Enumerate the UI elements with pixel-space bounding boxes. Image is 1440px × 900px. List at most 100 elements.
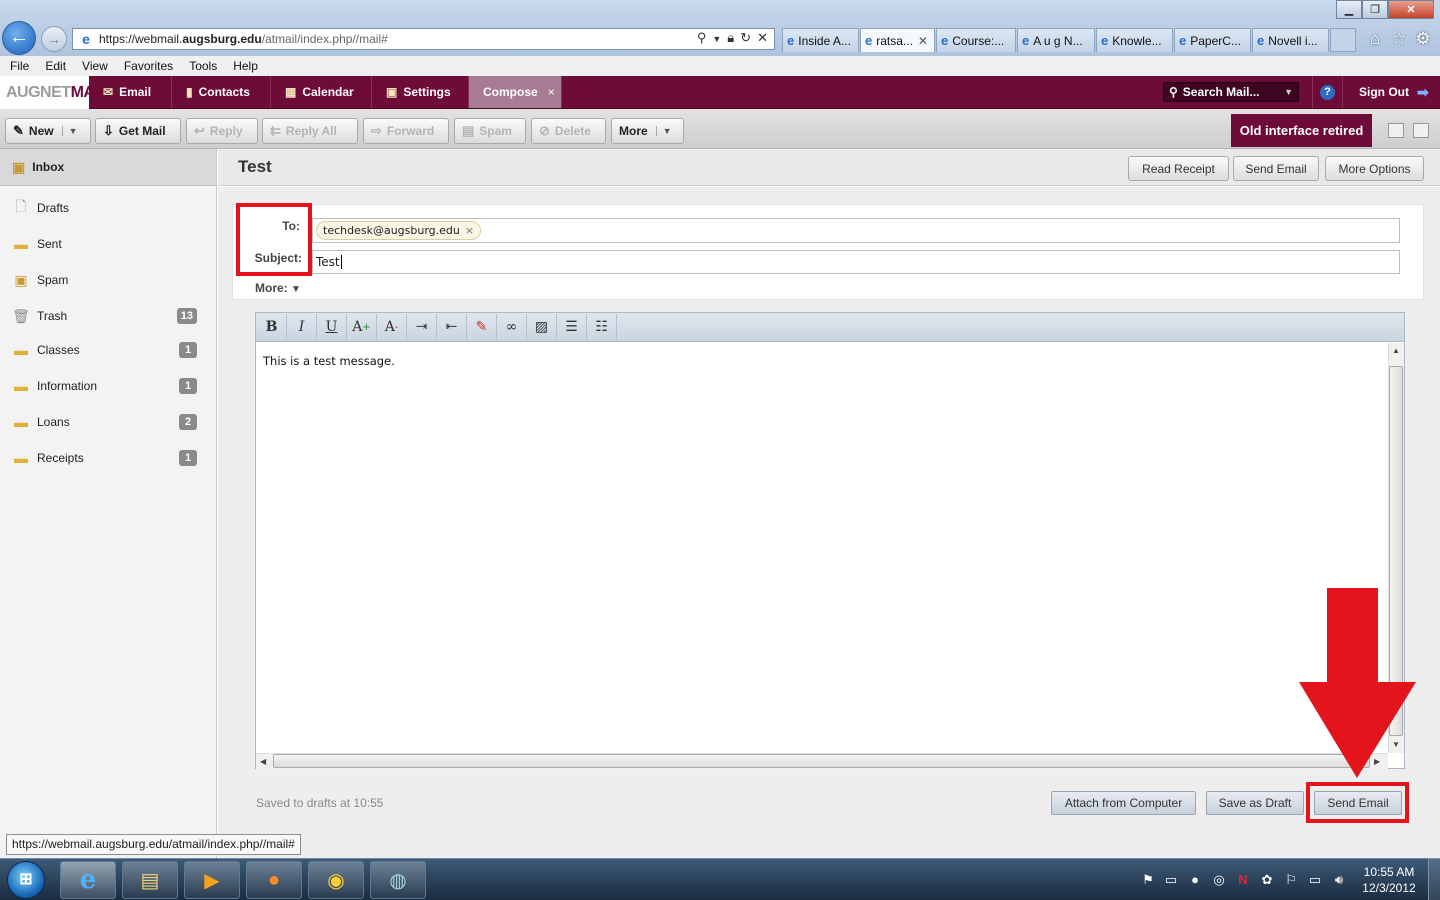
- font-size-increase-icon[interactable]: A +: [347, 314, 377, 340]
- send-email-header-button[interactable]: Send Email: [1233, 156, 1319, 181]
- scroll-left-arrow-icon[interactable]: ◀: [260, 757, 266, 766]
- sign-out-button[interactable]: Sign Out ➡: [1345, 76, 1439, 108]
- browser-tab[interactable]: e Novell i...: [1252, 28, 1329, 52]
- new-button[interactable]: ✎ New ▼: [5, 118, 91, 144]
- lock-icon[interactable]: 🔒︎: [727, 30, 734, 48]
- sidebar-item-sent[interactable]: ▬ Sent: [0, 229, 216, 259]
- reply-all-button[interactable]: ⇇ Reply All: [262, 118, 358, 144]
- text-color-icon[interactable]: ✎: [467, 314, 497, 340]
- tray-globe-icon[interactable]: ◎: [1211, 872, 1227, 888]
- forward-button[interactable]: ⇨ Forward: [363, 118, 449, 144]
- favorites-star-icon[interactable]: ☆: [1389, 28, 1409, 50]
- message-body-editor[interactable]: [255, 342, 1405, 769]
- subject-field[interactable]: Test: [312, 250, 1400, 274]
- address-bar[interactable]: e https://webmail.augsburg.edu/atmail/in…: [72, 28, 775, 50]
- tray-volume-icon[interactable]: 🔊︎: [1331, 872, 1347, 888]
- taskbar-clock[interactable]: 10:55 AM 12/3/2012: [1356, 864, 1422, 896]
- menu-file[interactable]: File: [0, 59, 37, 73]
- new-tab-button[interactable]: [1330, 28, 1356, 52]
- delete-button[interactable]: ⊘ Delete: [531, 118, 606, 144]
- font-size-decrease-icon[interactable]: A-: [377, 314, 407, 340]
- browser-tab[interactable]: eA u g N...: [1017, 28, 1095, 52]
- browser-tab[interactable]: e Knowle...: [1096, 28, 1173, 52]
- insert-image-icon[interactable]: ▨: [527, 314, 557, 340]
- more-button[interactable]: More ▼: [611, 118, 684, 144]
- sidebar-item-trash[interactable]: 🗑︎ Trash 13: [0, 301, 216, 331]
- forward-button[interactable]: →: [41, 26, 67, 52]
- taskbar-internet-explorer[interactable]: e: [60, 861, 116, 899]
- menu-view[interactable]: View: [74, 59, 116, 73]
- close-compose-icon[interactable]: ×: [548, 85, 555, 99]
- sidebar-item-drafts[interactable]: 🗋︎ Drafts: [0, 193, 216, 223]
- home-icon[interactable]: ⌂: [1365, 28, 1385, 50]
- recipient-chip[interactable]: techdesk@augsburg.edu ×: [316, 221, 482, 240]
- taskbar-chat-app[interactable]: ◉: [308, 861, 364, 899]
- refresh-icon[interactable]: ↻: [740, 30, 751, 48]
- minimize-window-button[interactable]: ▁: [1336, 0, 1362, 19]
- menu-help[interactable]: Help: [225, 59, 266, 73]
- browser-tab-active[interactable]: e ratsa... ✕: [860, 28, 935, 52]
- chevron-down-icon[interactable]: ▼: [655, 126, 672, 136]
- chevron-down-icon[interactable]: ▼: [1284, 87, 1293, 97]
- menu-favorites[interactable]: Favorites: [116, 59, 181, 73]
- browser-tab[interactable]: e Inside A...: [782, 28, 859, 52]
- help-button[interactable]: ?: [1312, 76, 1343, 108]
- more-options-button[interactable]: More Options: [1325, 156, 1424, 181]
- indent-icon[interactable]: ⇥: [407, 314, 437, 340]
- menu-tools[interactable]: Tools: [181, 59, 225, 73]
- restore-window-button[interactable]: ❐: [1362, 0, 1388, 19]
- single-pane-layout-icon[interactable]: [1388, 123, 1404, 138]
- nav-tab-compose[interactable]: Compose ×: [469, 76, 562, 108]
- tray-network-icon[interactable]: ▭: [1163, 872, 1179, 888]
- sidebar-item-inbox[interactable]: ▣ Inbox: [0, 149, 216, 186]
- nav-tab-calendar[interactable]: ▦ Calendar: [271, 76, 372, 108]
- taskbar-app[interactable]: ◍: [370, 861, 426, 899]
- stop-icon[interactable]: ✕: [757, 30, 768, 48]
- tray-app-icon[interactable]: ✿: [1259, 872, 1275, 888]
- more-fields-toggle[interactable]: More: ▼: [255, 281, 301, 295]
- taskbar-media-player[interactable]: ▶: [184, 861, 240, 899]
- nav-tab-settings[interactable]: ▣ Settings: [372, 76, 469, 108]
- scroll-up-arrow-icon[interactable]: ▲: [1392, 346, 1400, 355]
- horizontal-scroll-thumb[interactable]: [273, 754, 1370, 768]
- sidebar-item-information[interactable]: ▬ Information 1: [0, 371, 216, 401]
- link-icon[interactable]: ∞: [497, 314, 527, 340]
- italic-icon[interactable]: I: [287, 314, 317, 340]
- reply-button[interactable]: ↩ Reply: [186, 118, 258, 144]
- read-receipt-button[interactable]: Read Receipt: [1128, 156, 1229, 181]
- get-mail-button[interactable]: ⇩ Get Mail: [95, 118, 181, 144]
- split-pane-layout-icon[interactable]: [1413, 123, 1429, 138]
- tray-display-icon[interactable]: ▭: [1307, 872, 1323, 888]
- sidebar-item-receipts[interactable]: ▬ Receipts 1: [0, 443, 216, 473]
- sidebar-item-spam[interactable]: ▣ Spam: [0, 265, 216, 295]
- tools-gear-icon[interactable]: ⚙: [1413, 28, 1433, 50]
- save-as-draft-button[interactable]: Save as Draft: [1206, 791, 1304, 815]
- dropdown-icon[interactable]: ▼: [712, 30, 721, 48]
- remove-recipient-icon[interactable]: ×: [465, 224, 474, 237]
- menu-edit[interactable]: Edit: [37, 59, 74, 73]
- underline-icon[interactable]: U: [317, 314, 347, 340]
- back-button[interactable]: ←: [2, 21, 36, 55]
- outdent-icon[interactable]: ⇤: [437, 314, 467, 340]
- nav-tab-email[interactable]: ✉ Email: [89, 76, 172, 108]
- spam-button[interactable]: ▤ Spam: [454, 118, 526, 144]
- to-field[interactable]: techdesk@augsburg.edu ×: [312, 218, 1400, 243]
- tray-security-icon[interactable]: ⚐: [1283, 872, 1299, 888]
- tray-status-icon[interactable]: ●: [1187, 872, 1203, 888]
- address-url[interactable]: https://webmail.augsburg.edu/atmail/inde…: [99, 32, 697, 46]
- search-mail-field[interactable]: ⚲ Search Mail... ▼: [1163, 82, 1299, 102]
- numbered-list-icon[interactable]: ☷: [587, 314, 617, 340]
- bullet-list-icon[interactable]: ☰: [557, 314, 587, 340]
- taskbar-firefox[interactable]: ●: [246, 861, 302, 899]
- close-window-button[interactable]: ✕: [1388, 0, 1434, 19]
- browser-tab[interactable]: e PaperC...: [1174, 28, 1251, 52]
- tray-flag-icon[interactable]: ⚑: [1140, 872, 1156, 888]
- tray-netflix-icon[interactable]: N: [1235, 872, 1251, 888]
- bold-icon[interactable]: B: [257, 314, 287, 340]
- nav-tab-contacts[interactable]: ▮ Contacts: [172, 76, 271, 108]
- start-button[interactable]: ⊞: [7, 861, 45, 899]
- browser-tab[interactable]: e Course:...: [936, 28, 1016, 52]
- chevron-down-icon[interactable]: ▼: [61, 126, 78, 136]
- show-desktop-button[interactable]: [1428, 858, 1440, 900]
- sidebar-item-loans[interactable]: ▬ Loans 2: [0, 407, 216, 437]
